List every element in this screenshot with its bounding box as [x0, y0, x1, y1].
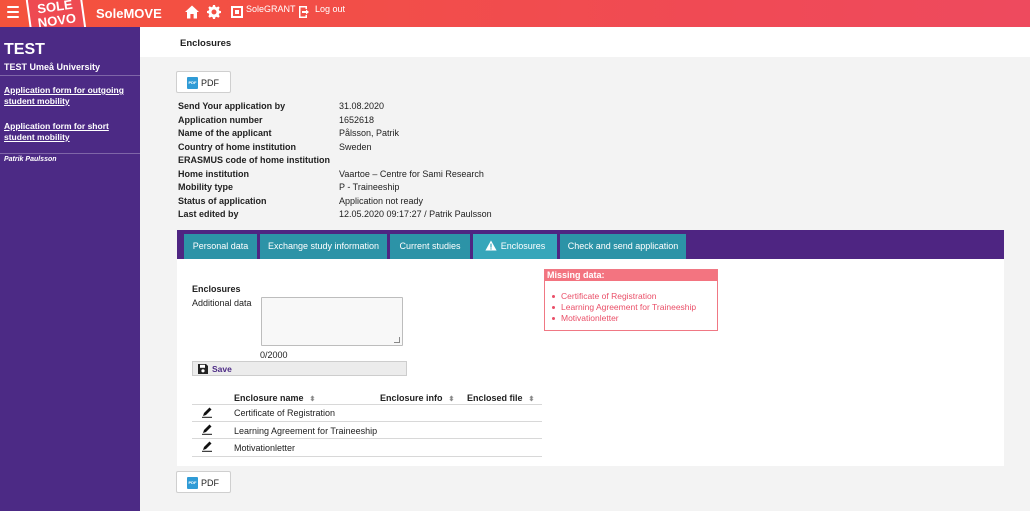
missing-data-item: Motivationletter — [552, 313, 717, 324]
sidebar-subtitle: TEST Umeå University — [4, 62, 101, 72]
missing-data-list: Certificate of Registration Learning Agr… — [545, 281, 717, 324]
column-header-label: Enclosure name — [234, 393, 304, 403]
column-header-enclosure-info[interactable]: Enclosure info ⬍ — [380, 393, 454, 403]
info-label: Send Your application by — [178, 101, 286, 111]
table-divider — [192, 456, 542, 457]
info-value: 12.05.2020 09:17:27 / Patrik Paulsson — [339, 209, 492, 219]
table-divider — [192, 421, 542, 422]
info-label: ERASMUS code of home institution — [178, 155, 330, 165]
info-label: Last edited by — [178, 209, 239, 219]
info-label: Home institution — [178, 169, 249, 179]
info-label: Country of home institution — [178, 142, 296, 152]
character-counter: 0/2000 — [260, 350, 288, 360]
info-value: 31.08.2020 — [339, 101, 385, 111]
tab-exchange-study[interactable]: Exchange study information — [260, 234, 387, 259]
logout-icon[interactable] — [297, 4, 313, 20]
missing-data-box: Missing data: Certificate of Registratio… — [544, 269, 718, 331]
pencil-icon[interactable] — [201, 423, 213, 435]
missing-data-item: Certificate of Registration — [552, 291, 717, 302]
info-value: Vaartoe – Centre for Sami Research — [339, 169, 484, 179]
square-icon[interactable] — [229, 4, 245, 20]
table-divider — [192, 404, 542, 405]
sidebar-user: Patrik Paulsson — [4, 156, 57, 163]
enclosure-name: Learning Agreement for Traineeship — [234, 426, 378, 436]
pencil-icon[interactable] — [201, 406, 213, 418]
column-header-enclosure-name[interactable]: Enclosure name ⬍ — [234, 393, 315, 403]
sidebar-link-outgoing[interactable]: Application form for outgoing student mo… — [4, 85, 134, 107]
menu-icon[interactable] — [7, 6, 19, 20]
sidebar-divider — [0, 75, 140, 76]
info-label: Status of application — [178, 196, 267, 206]
section-title: Enclosures — [192, 284, 241, 294]
pdf-button-bottom[interactable]: PDF PDF — [176, 471, 231, 493]
table-divider — [192, 438, 542, 439]
info-value: Sweden — [339, 142, 372, 152]
floppy-disk-icon — [198, 364, 208, 374]
info-value: 1652618 — [339, 115, 375, 125]
sidebar-divider — [0, 153, 140, 154]
sidebar-link-short[interactable]: Application form for short student mobil… — [4, 121, 134, 143]
save-label: Save — [212, 364, 232, 374]
tab-label: Enclosures — [500, 241, 546, 251]
column-header-label: Enclosed file — [467, 393, 523, 403]
page-title: Enclosures — [180, 38, 232, 49]
save-button[interactable]: Save — [192, 361, 407, 376]
column-header-enclosed-file[interactable]: Enclosed file ⬍ — [467, 393, 534, 403]
tab-personal-data[interactable]: Personal data — [184, 234, 257, 259]
resize-handle[interactable] — [394, 337, 400, 343]
tab-label: Personal data — [192, 241, 249, 251]
sort-icon[interactable]: ⬍ — [529, 395, 535, 403]
enclosure-name: Motivationletter — [234, 443, 296, 453]
tab-label: Current studies — [399, 241, 461, 251]
tab-bar: Personal data Exchange study information… — [177, 230, 1004, 259]
additional-data-textarea[interactable] — [261, 297, 403, 346]
home-icon[interactable] — [184, 4, 200, 20]
info-value: Pålsson, Patrik — [339, 128, 400, 138]
top-bar: SOLE NOVO SoleMOVE SoleGRANT Log out — [0, 0, 1030, 38]
enclosure-name: Certificate of Registration — [234, 408, 336, 418]
missing-data-title: Missing data: — [545, 270, 717, 281]
gear-icon[interactable] — [206, 4, 222, 20]
info-value: Application not ready — [339, 196, 424, 206]
info-label: Application number — [178, 115, 263, 125]
info-label: Name of the applicant — [178, 128, 272, 138]
pdf-label: PDF — [201, 78, 219, 88]
sort-icon[interactable]: ⬍ — [449, 395, 455, 403]
sidebar: TEST TEST Umeå University Application fo… — [0, 27, 140, 511]
additional-data-label: Additional data — [192, 298, 252, 308]
sidebar-title: TEST — [4, 41, 45, 58]
tab-current-studies[interactable]: Current studies — [390, 234, 470, 259]
pdf-icon: PDF — [187, 477, 198, 489]
pencil-icon[interactable] — [201, 440, 213, 452]
pdf-button[interactable]: PDF PDF — [176, 71, 231, 93]
solegrant-link[interactable]: SoleGRANT — [246, 4, 296, 14]
sort-icon[interactable]: ⬍ — [310, 395, 316, 403]
info-value: P - Traineeship — [339, 182, 400, 192]
info-label: Mobility type — [178, 182, 234, 192]
page-header: Enclosures — [140, 27, 1030, 57]
tab-label: Check and send application — [567, 241, 679, 251]
pdf-icon: PDF — [187, 77, 198, 89]
pdf-label: PDF — [201, 478, 219, 488]
warning-icon — [485, 240, 497, 251]
app-name: SoleMOVE — [96, 6, 162, 21]
logout-link[interactable]: Log out — [315, 4, 345, 14]
tab-label: Exchange study information — [267, 241, 380, 251]
missing-data-item: Learning Agreement for Traineeship — [552, 302, 717, 313]
column-header-label: Enclosure info — [380, 393, 443, 403]
tab-check-and-send[interactable]: Check and send application — [560, 234, 686, 259]
tab-enclosures[interactable]: Enclosures — [473, 234, 557, 259]
